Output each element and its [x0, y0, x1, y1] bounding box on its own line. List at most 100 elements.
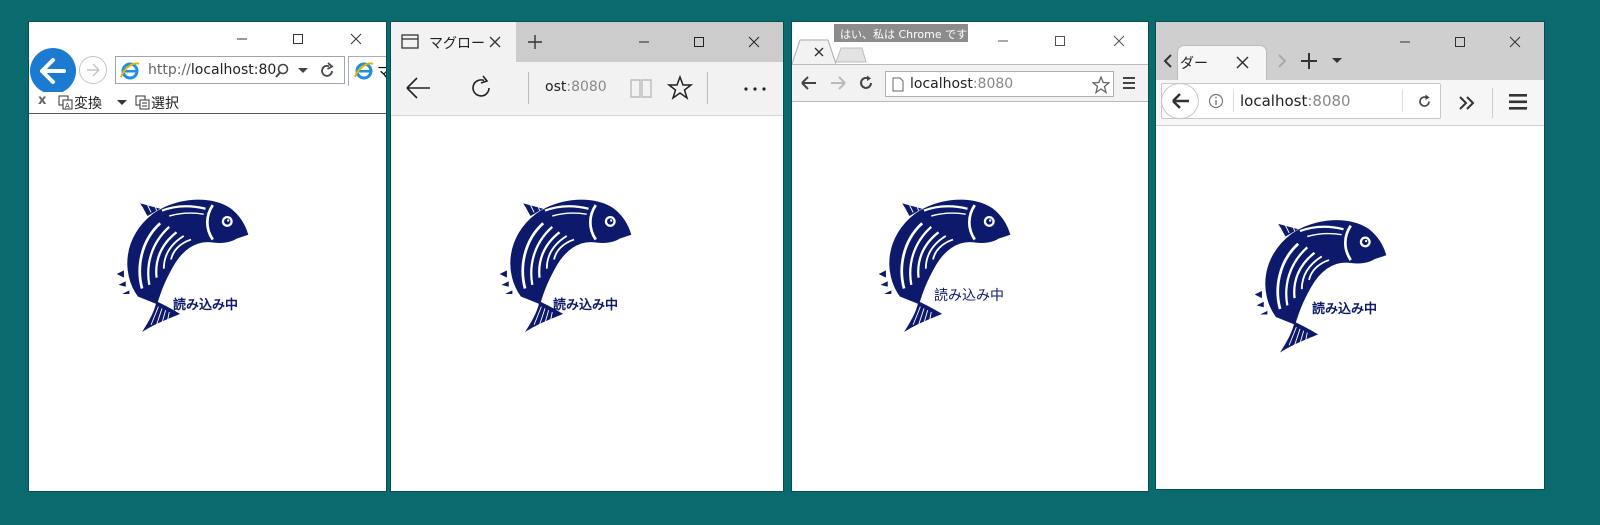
convert-label: 変換 [74, 96, 102, 112]
menu-icon[interactable] [1122, 76, 1136, 90]
tab-close-icon[interactable] [1236, 56, 1249, 69]
address-text: http://localhost:80 [148, 62, 277, 78]
new-tab-icon[interactable] [1300, 52, 1318, 70]
dropdown-icon[interactable] [117, 100, 127, 106]
ie-window: http://localhost:80 マ x A 変換 選択 読み込み中 [29, 22, 386, 491]
tab-list-dropdown-icon[interactable] [1332, 58, 1342, 64]
edge-toolbar: ost:8080 [391, 62, 783, 116]
favorite-star-icon[interactable] [667, 75, 693, 101]
profile-label[interactable]: はい、私は Chrome です [834, 24, 968, 42]
address-text: localhost:8080 [910, 76, 1014, 92]
address-text: localhost:8080 [1240, 92, 1351, 110]
refresh-icon[interactable] [318, 62, 336, 80]
minimize-icon [1400, 41, 1410, 43]
convert-icon: A [58, 95, 73, 110]
svg-text:A: A [65, 102, 70, 110]
minimize-button[interactable] [621, 27, 667, 57]
minimize-button[interactable] [980, 26, 1026, 56]
maximize-icon [1055, 36, 1065, 46]
firefox-tab[interactable]: ダー [1178, 46, 1266, 80]
tab-page-icon [401, 34, 419, 49]
maximize-icon [1455, 37, 1465, 47]
maximize-button[interactable] [1437, 27, 1483, 57]
close-button[interactable] [731, 27, 777, 57]
maximize-button[interactable] [275, 24, 321, 54]
select-button[interactable]: 選択 [135, 93, 179, 113]
tuna-logo [1242, 200, 1387, 360]
separator [1492, 88, 1493, 118]
close-icon [1113, 35, 1125, 47]
info-icon[interactable] [1208, 93, 1224, 109]
ie-tab-logo-icon [354, 62, 374, 80]
minimize-button[interactable] [1382, 27, 1428, 57]
address-bar[interactable]: http://localhost:80 [115, 56, 345, 84]
address-bar[interactable]: localhost:8080 [885, 71, 1114, 97]
close-button[interactable] [1096, 26, 1142, 56]
refresh-icon[interactable] [858, 75, 874, 91]
ie-logo-icon [120, 62, 140, 80]
forward-button[interactable] [79, 56, 107, 84]
tab-title: マ [377, 65, 386, 81]
back-button[interactable] [30, 48, 76, 94]
chrome-tabstrip: はい、私は Chrome です [792, 22, 1148, 65]
edge-tabstrip: マグロー [391, 22, 783, 62]
back-arrow-icon[interactable] [405, 77, 431, 99]
ie-navbar: http://localhost:80 マ [29, 48, 386, 94]
reload-icon[interactable] [1417, 94, 1432, 109]
tab-title: マグロー [429, 36, 485, 52]
maximize-button[interactable] [1037, 26, 1083, 56]
ie-command-bar: x A 変換 選択 [29, 92, 386, 114]
bookmark-star-icon[interactable] [1092, 76, 1110, 94]
loading-text: 読み込み中 [173, 298, 239, 313]
new-tab-button[interactable] [834, 46, 868, 64]
select-icon [135, 95, 150, 110]
convert-button[interactable]: A 変換 [58, 93, 102, 113]
chevron-down-icon[interactable] [298, 68, 308, 74]
tab-close-icon[interactable] [489, 36, 501, 48]
hamburger-menu-icon[interactable] [1508, 93, 1528, 111]
url-bar[interactable]: localhost:8080 [1161, 83, 1441, 119]
forward-arrow-icon[interactable] [830, 76, 846, 90]
close-button[interactable] [1492, 27, 1538, 57]
refresh-icon[interactable] [469, 75, 495, 101]
separator [1402, 90, 1403, 112]
tab-title: ダー [1180, 56, 1208, 72]
page-icon [892, 77, 904, 92]
separator [528, 72, 529, 104]
close-icon [1509, 36, 1521, 48]
separator [707, 72, 708, 104]
chrome-window: はい、私は Chrome です localhost:8080 読み込み中 [792, 22, 1148, 491]
minimize-icon [998, 40, 1008, 42]
tab-scroll-right-icon[interactable] [1276, 54, 1288, 68]
firefox-toolbar: localhost:8080 [1156, 80, 1544, 126]
ie-tab[interactable]: マ [348, 56, 386, 86]
reading-view-icon[interactable] [629, 77, 653, 99]
loading-text: 読み込み中 [934, 288, 1004, 304]
maximize-icon [293, 34, 303, 44]
overflow-chevron-icon[interactable] [1458, 96, 1476, 110]
minimize-button[interactable] [219, 24, 265, 54]
loading-text: 読み込み中 [1312, 302, 1378, 317]
minimize-icon [237, 38, 247, 40]
maximize-button[interactable] [676, 27, 722, 57]
arrow-left-icon [40, 58, 66, 84]
back-button[interactable] [1161, 83, 1199, 119]
more-icon[interactable] [743, 86, 769, 92]
search-icon[interactable] [274, 63, 290, 79]
address-bar[interactable]: ost:8080 [545, 79, 607, 95]
close-commandbar-button[interactable]: x [38, 93, 46, 108]
ie-titlebar [29, 22, 386, 54]
maximize-icon [694, 37, 704, 47]
close-icon [748, 36, 760, 48]
tab-scroll-left-icon[interactable] [1162, 54, 1174, 68]
close-button[interactable] [333, 24, 379, 54]
new-tab-icon[interactable] [527, 34, 543, 50]
chrome-tab[interactable] [792, 38, 836, 65]
minimize-icon [639, 41, 649, 43]
back-arrow-icon[interactable] [801, 76, 817, 90]
back-arrow-icon [1172, 93, 1189, 109]
separator [1233, 90, 1234, 112]
edge-tab[interactable]: マグロー [391, 22, 516, 62]
select-label: 選択 [151, 96, 179, 112]
close-icon [350, 33, 362, 45]
